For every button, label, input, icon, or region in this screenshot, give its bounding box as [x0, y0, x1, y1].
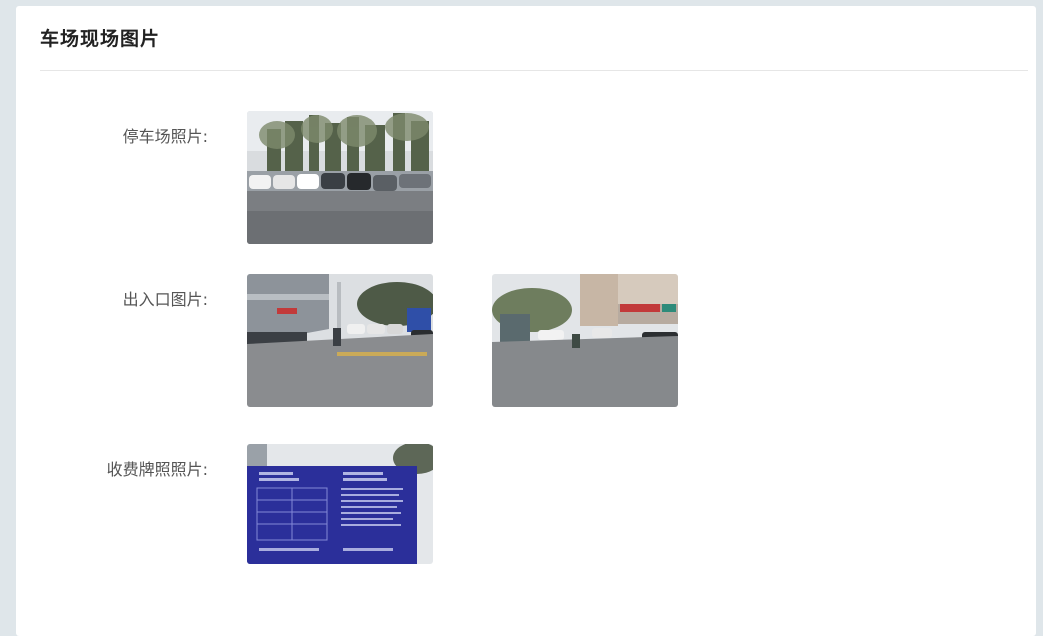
fee-sign-photo-label: 收费牌照照片: — [106, 460, 208, 479]
parking-photo-label: 停车场照片: — [122, 127, 208, 146]
fee-sign-photo-image — [247, 444, 433, 564]
entrance-photo-2[interactable] — [492, 274, 678, 407]
parking-lot-photo[interactable] — [247, 111, 433, 244]
entrance-photo-label: 出入口图片: — [122, 290, 208, 309]
entrance-photo-1-image — [247, 274, 433, 407]
parking-lot-photo-image — [247, 111, 433, 244]
fee-sign-photo[interactable] — [247, 444, 433, 564]
entrance-photo-2-image — [492, 274, 678, 407]
entrance-photo-1[interactable] — [247, 274, 433, 407]
card-header: 车场现场图片 — [40, 6, 1028, 71]
site-photos-card: 车场现场图片 停车场照片: 出入口图片: 收费牌照照片: — [16, 6, 1036, 636]
card-title: 车场现场图片 — [40, 28, 161, 50]
